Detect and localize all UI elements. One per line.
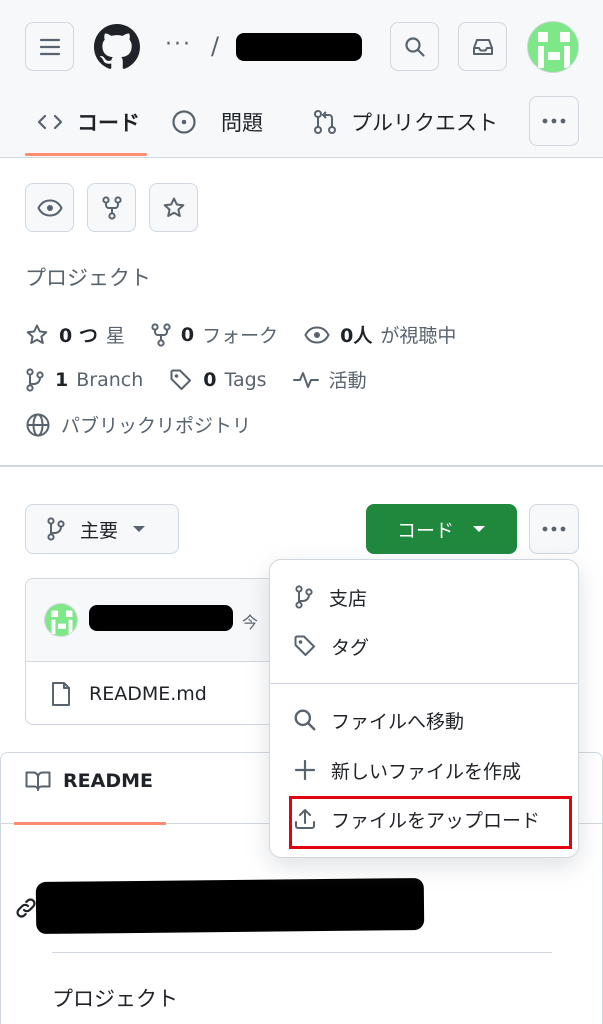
user-avatar[interactable] bbox=[527, 21, 579, 73]
upload-highlight-box bbox=[289, 796, 572, 849]
menu-item-go-to-file[interactable]: ファイルへ移動 bbox=[293, 700, 464, 740]
branch-icon bbox=[46, 517, 66, 541]
tab-selected-underline bbox=[25, 153, 147, 156]
star-icon bbox=[25, 323, 59, 347]
search-icon bbox=[293, 708, 317, 732]
branch-icon bbox=[25, 367, 55, 392]
visibility-label: パブリックリポジトリ bbox=[61, 415, 252, 437]
code-dropdown-button[interactable]: コード bbox=[366, 504, 517, 554]
github-logo-icon[interactable] bbox=[94, 24, 140, 70]
redacted-commit-author bbox=[89, 605, 233, 631]
stars-count: 0 つ bbox=[59, 325, 98, 347]
readme-heading-rule bbox=[52, 952, 552, 953]
pull-request-icon bbox=[313, 109, 337, 135]
visibility-row: パブリックリポジトリ bbox=[25, 411, 251, 438]
forks-label: フォーク bbox=[202, 325, 279, 347]
inbox-button[interactable] bbox=[458, 22, 507, 71]
readme-subheading: プロジェクト bbox=[52, 987, 178, 1011]
repo-refs-row: 1 Branch 0 Tags 活動 bbox=[25, 366, 367, 393]
repo-stats-row: 0 つ 星 0 フォーク 0人 が視聴中 bbox=[25, 321, 456, 348]
branches-stat[interactable]: 1 Branch bbox=[25, 367, 144, 392]
branch-name: 主要 bbox=[80, 519, 119, 542]
branch-selector-button[interactable]: 主要 bbox=[25, 504, 179, 554]
fork-icon bbox=[151, 322, 181, 347]
code-button-label: コード bbox=[396, 519, 454, 542]
kebab-horizontal-icon bbox=[542, 118, 566, 124]
forks-stat[interactable]: 0 フォーク bbox=[151, 321, 278, 348]
menu-item-label: タグ bbox=[331, 636, 370, 659]
commit-time: 今 bbox=[242, 613, 259, 632]
tab-code-label: コード bbox=[77, 111, 140, 135]
code-icon bbox=[37, 112, 63, 132]
add-file-more-button[interactable] bbox=[529, 504, 579, 554]
branch-icon bbox=[293, 585, 315, 609]
pulse-icon bbox=[292, 370, 329, 390]
stars-stat[interactable]: 0 つ 星 bbox=[25, 321, 125, 348]
star-button[interactable] bbox=[149, 183, 198, 232]
section-divider bbox=[0, 465, 603, 467]
watch-button[interactable] bbox=[25, 183, 74, 232]
forks-count: 0 bbox=[180, 323, 195, 346]
fork-icon bbox=[101, 195, 122, 220]
tab-pull-requests-label: プルリクエスト bbox=[351, 111, 498, 135]
tags-stat[interactable]: 0 Tags bbox=[169, 368, 267, 392]
tab-code[interactable]: コード bbox=[37, 100, 140, 144]
star-icon bbox=[162, 196, 186, 220]
menu-icon bbox=[39, 38, 61, 56]
stars-label: 星 bbox=[105, 325, 125, 347]
tab-issues[interactable]: 問題 bbox=[171, 100, 263, 144]
more-tabs-button[interactable] bbox=[529, 96, 579, 146]
breadcrumb-ellipsis[interactable]: ··· bbox=[165, 32, 192, 57]
menu-item-create-new-file[interactable]: 新しいファイルを作成 bbox=[293, 750, 521, 790]
file-icon bbox=[51, 681, 71, 707]
globe-icon bbox=[25, 412, 61, 438]
activity-label: 活動 bbox=[328, 370, 367, 392]
commit-author-avatar[interactable] bbox=[44, 603, 78, 637]
readme-tab[interactable]: README bbox=[25, 770, 153, 792]
watchers-stat[interactable]: 0人 が視聴中 bbox=[304, 321, 456, 348]
eye-icon bbox=[36, 198, 63, 217]
redacted-repo-name bbox=[236, 33, 362, 61]
menu-item-label: 支店 bbox=[329, 587, 368, 610]
hamburger-menu-button[interactable] bbox=[25, 22, 74, 71]
readme-tab-label: README bbox=[63, 770, 153, 792]
eye-icon bbox=[304, 325, 340, 344]
search-icon bbox=[404, 36, 426, 58]
menu-item-tags[interactable]: タグ bbox=[293, 626, 369, 666]
book-icon bbox=[25, 770, 51, 792]
menu-divider bbox=[270, 683, 578, 684]
anchor-link-icon[interactable] bbox=[14, 896, 38, 920]
branches-label: Branch bbox=[76, 368, 144, 391]
issue-icon bbox=[171, 109, 197, 135]
activity-stat[interactable]: 活動 bbox=[292, 366, 367, 393]
breadcrumb-separator: / bbox=[211, 32, 220, 60]
watchers-count: 0人 bbox=[340, 325, 373, 347]
file-name: README.md bbox=[89, 683, 207, 705]
branches-count: 1 bbox=[55, 368, 69, 391]
inbox-icon bbox=[471, 36, 495, 58]
tags-label: Tags bbox=[224, 368, 267, 391]
menu-item-branches[interactable]: 支店 bbox=[293, 577, 367, 617]
redacted-readme-heading bbox=[35, 877, 425, 935]
tag-icon bbox=[169, 368, 203, 392]
kebab-horizontal-icon bbox=[542, 526, 566, 532]
plus-icon bbox=[293, 758, 317, 782]
tag-icon bbox=[293, 634, 317, 658]
search-button[interactable] bbox=[390, 22, 439, 71]
tags-count: 0 bbox=[203, 368, 217, 391]
menu-item-label: 新しいファイルを作成 bbox=[331, 760, 522, 783]
tab-pull-requests[interactable]: プルリクエスト bbox=[313, 100, 498, 144]
triangle-down-icon bbox=[472, 525, 486, 533]
triangle-down-icon bbox=[132, 525, 146, 533]
tab-issues-label: 問題 bbox=[221, 111, 263, 135]
repo-description: プロジェクト bbox=[25, 266, 151, 290]
watchers-label: が視聴中 bbox=[380, 325, 457, 347]
menu-item-label: ファイルへ移動 bbox=[331, 710, 465, 733]
readme-tab-underline bbox=[14, 822, 166, 825]
fork-button[interactable] bbox=[87, 183, 136, 232]
